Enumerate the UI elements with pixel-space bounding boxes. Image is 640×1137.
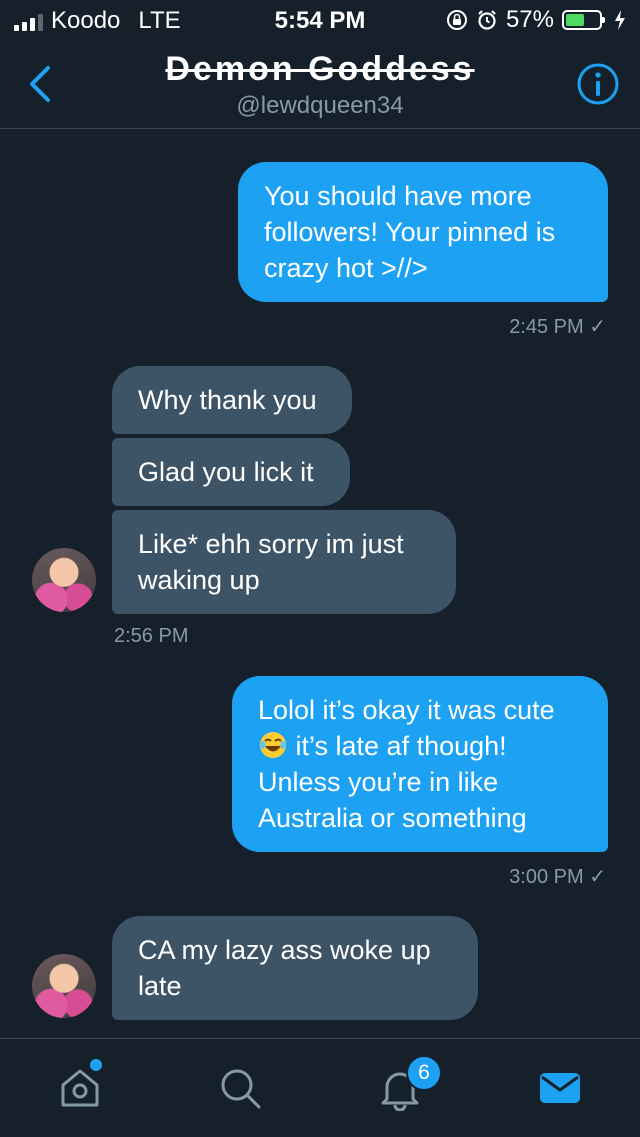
- search-icon[interactable]: [217, 1065, 263, 1111]
- battery-icon: [562, 10, 605, 30]
- alarm-icon: [478, 10, 496, 30]
- conversation-header: Demon Goddess @lewdqueen34: [0, 40, 640, 129]
- message-timestamp: 3:00 PM ✓: [509, 866, 606, 888]
- notifications-badge: 6: [406, 1055, 442, 1091]
- tab-bar: 6: [0, 1038, 640, 1137]
- status-bar: Koodo LTE 5:54 PM 57%: [0, 0, 640, 40]
- conversation-title[interactable]: Demon Goddess: [0, 50, 640, 89]
- envelope-icon[interactable]: [537, 1065, 583, 1111]
- info-icon[interactable]: [576, 62, 620, 106]
- message-text: Lolol it’s okay it was cute: [258, 695, 555, 725]
- sent-message-bubble[interactable]: Lolol it’s okay it was cute it’s late af…: [232, 676, 608, 852]
- battery-percent: 57%: [505, 6, 554, 33]
- laughing-emoji-icon: [260, 732, 286, 758]
- charging-bolt-icon: [615, 10, 625, 30]
- message-timestamp: 2:56 PM: [114, 625, 189, 647]
- sent-check-icon: ✓: [589, 316, 606, 338]
- received-message-bubble[interactable]: Glad you lick it: [112, 438, 350, 506]
- received-message-bubble[interactable]: CA my lazy ass woke up late: [112, 916, 478, 1020]
- received-message-bubble[interactable]: Why thank you: [112, 366, 352, 434]
- conversation-handle[interactable]: @lewdqueen34: [0, 92, 640, 120]
- message-text: it’s late af though! Unless you’re in li…: [258, 731, 527, 833]
- avatar[interactable]: [32, 548, 96, 612]
- orientation-lock-icon: [446, 10, 467, 30]
- battery-fill: [566, 14, 585, 26]
- sent-check-icon: ✓: [589, 866, 606, 888]
- status-right: 57%: [446, 6, 626, 34]
- home-icon[interactable]: [57, 1065, 103, 1111]
- sent-message-bubble[interactable]: You should have more followers! Your pin…: [238, 162, 608, 302]
- avatar[interactable]: [32, 954, 96, 1018]
- message-timestamp: 2:45 PM ✓: [509, 316, 606, 338]
- received-message-bubble[interactable]: Like* ehh sorry im just waking up: [112, 510, 456, 614]
- home-unread-dot: [90, 1059, 102, 1071]
